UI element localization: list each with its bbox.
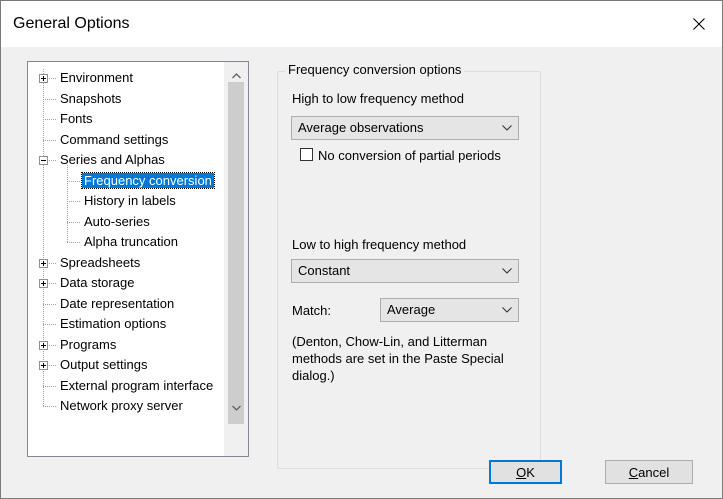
group-title: Frequency conversion options — [285, 62, 465, 77]
high-to-low-value: Average observations — [298, 120, 424, 135]
chevron-down-icon — [502, 268, 512, 274]
tree-connector — [43, 98, 56, 100]
high-to-low-label: High to low frequency method — [292, 91, 464, 106]
close-button[interactable] — [676, 1, 722, 47]
tree-item[interactable]: Spreadsheets — [58, 254, 142, 272]
tree-connector — [67, 242, 80, 243]
close-icon — [693, 18, 705, 30]
tree-item-label: Network proxy server — [60, 398, 183, 413]
ok-mnemonic: O — [516, 464, 527, 480]
scroll-down-arrow[interactable] — [224, 398, 248, 418]
tree-item-label: Series and Alphas — [60, 152, 165, 167]
methods-note: (Denton, Chow-Lin, and Litterman methods… — [292, 334, 504, 383]
tree-item[interactable]: Fonts — [58, 110, 95, 128]
tree-item[interactable]: Date representation — [58, 295, 176, 313]
tree-item-label: Fonts — [60, 111, 93, 126]
tree-item[interactable]: Network proxy server — [58, 397, 185, 415]
tree-connector — [43, 303, 56, 305]
tree-item-label: Programs — [60, 336, 117, 352]
tree-connector — [43, 385, 56, 387]
options-tree[interactable]: Environment Snapshots Fonts Command setting… — [27, 61, 249, 457]
match-value: Average — [387, 302, 436, 317]
tree-connector — [67, 180, 80, 182]
tree-item[interactable]: Command settings — [58, 131, 170, 149]
ok-button[interactable]: OK — [489, 460, 562, 484]
tree-item-label: Auto-series — [84, 213, 150, 229]
tree-item[interactable]: Series and Alphas — [58, 151, 167, 169]
low-to-high-value: Constant — [298, 263, 351, 278]
tree-item[interactable]: Programs — [58, 336, 118, 354]
tree-item[interactable]: External program interface — [58, 377, 215, 395]
dialog-title: General Options — [13, 15, 130, 32]
tree-item[interactable]: Data storage — [58, 274, 136, 292]
tree-item-label: Data storage — [60, 275, 135, 290]
tree-item[interactable]: Estimation options — [58, 315, 168, 333]
chevron-down-icon — [502, 307, 512, 313]
tree-item-label: Snapshots — [60, 90, 122, 106]
tree-item-label: Frequency conversion — [81, 171, 215, 189]
tree-item-label: History in labels — [84, 193, 176, 208]
tree-item-label: External program interface — [60, 377, 214, 393]
title-bar: General Options — [1, 1, 722, 47]
tree-item[interactable]: Alpha truncation — [82, 233, 180, 251]
match-select[interactable]: Average — [380, 298, 519, 322]
tree-connector — [43, 119, 56, 120]
tree-item[interactable]: Auto-series — [82, 213, 152, 231]
tree-connector — [43, 406, 56, 407]
tree-item[interactable]: Environment — [58, 69, 135, 87]
expand-icon[interactable] — [39, 361, 48, 370]
tree-connector — [43, 139, 56, 141]
tree-item-label: Estimation options — [60, 316, 167, 331]
cancel-button[interactable]: Cancel — [605, 460, 693, 484]
low-to-high-label: Low to high frequency method — [292, 237, 467, 252]
tree-item[interactable]: Snapshots — [58, 90, 123, 108]
cancel-mnemonic: C — [628, 464, 639, 480]
no-partial-checkbox[interactable] — [300, 148, 313, 161]
tree-item-label: Spreadsheets — [60, 254, 141, 270]
tree-item[interactable]: Output settings — [58, 356, 149, 374]
tree-item-label: Output settings — [60, 357, 148, 372]
tree-trunk-line — [43, 69, 44, 406]
chevron-down-icon — [502, 125, 512, 131]
high-to-low-select[interactable]: Average observations — [291, 116, 519, 140]
chevron-up-icon — [231, 73, 241, 79]
expand-icon[interactable] — [39, 279, 48, 288]
general-options-dialog: General Options Environment Snapshots Font… — [0, 0, 723, 499]
low-to-high-select[interactable]: Constant — [291, 259, 519, 283]
match-label: Match: — [292, 303, 332, 318]
tree-item-label: Command settings — [60, 131, 169, 147]
scroll-thumb[interactable] — [228, 82, 244, 424]
expand-icon[interactable] — [39, 340, 48, 350]
chevron-down-icon — [231, 405, 241, 411]
tree-branch-line — [67, 165, 68, 242]
cancel-label: ancel — [638, 464, 670, 480]
expand-icon[interactable] — [39, 74, 48, 83]
expand-icon[interactable] — [39, 258, 48, 268]
tree-item[interactable]: Frequency conversion — [81, 171, 215, 190]
collapse-icon[interactable] — [39, 156, 48, 165]
tree-scrollbar[interactable] — [224, 62, 248, 456]
tree-item-label: Alpha truncation — [84, 234, 178, 249]
tree-item-label: Environment — [60, 70, 133, 85]
ok-label: K — [526, 464, 535, 480]
tree-connector — [43, 324, 56, 325]
tree-item-label: Date representation — [60, 295, 175, 311]
no-partial-label: No conversion of partial periods — [318, 148, 501, 163]
tree-item[interactable]: History in labels — [82, 192, 178, 210]
tree-connector — [67, 221, 80, 223]
tree-connector — [67, 201, 80, 202]
